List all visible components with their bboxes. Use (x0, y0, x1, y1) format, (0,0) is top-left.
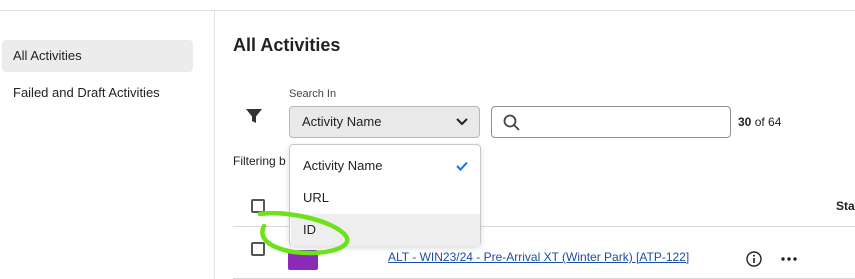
top-bar (0, 0, 855, 11)
page-title: All Activities (233, 35, 341, 55)
dropdown-option-label: Activity Name (303, 158, 383, 173)
activity-title-link[interactable]: ALT - WIN23/24 - Pre-Arrival XT (Winter … (388, 250, 689, 264)
filtering-text: Filtering b (233, 154, 286, 168)
search-input[interactable] (526, 108, 726, 136)
more-icon[interactable] (780, 252, 798, 266)
dropdown-option-activity-name[interactable]: Activity Name (291, 150, 480, 182)
result-count-total: of 64 (754, 115, 782, 129)
row-checkbox[interactable] (251, 242, 265, 256)
sidebar-item-all-activities[interactable]: All Activities (2, 40, 193, 72)
info-icon[interactable] (746, 251, 762, 267)
result-count-shown: 30 (738, 115, 752, 129)
status-column-header[interactable]: Sta (836, 199, 855, 213)
search-in-label: Search In (289, 88, 337, 100)
checkmark-icon (456, 161, 468, 171)
sidebar: All Activities Failed and Draft Activiti… (0, 11, 215, 279)
dropdown-option-label: ID (303, 222, 316, 237)
activity-thumbnail (288, 250, 318, 270)
search-in-selected-value: Activity Name (302, 114, 382, 129)
result-count: 30 of 64 (738, 115, 781, 129)
sidebar-item-failed-and-draft[interactable]: Failed and Draft Activities (2, 77, 193, 109)
dropdown-option-label: URL (303, 190, 330, 205)
search-in-select[interactable]: Activity Name (289, 106, 480, 138)
select-all-checkbox[interactable] (251, 199, 265, 213)
search-in-dropdown-menu: Activity Name URL ID (289, 144, 481, 246)
dropdown-option-id[interactable]: ID (291, 214, 480, 246)
search-field[interactable] (491, 106, 731, 138)
chevron-down-icon (456, 118, 468, 126)
filter-icon[interactable] (245, 107, 263, 125)
dropdown-option-url[interactable]: URL (291, 182, 480, 214)
search-icon (503, 114, 520, 131)
